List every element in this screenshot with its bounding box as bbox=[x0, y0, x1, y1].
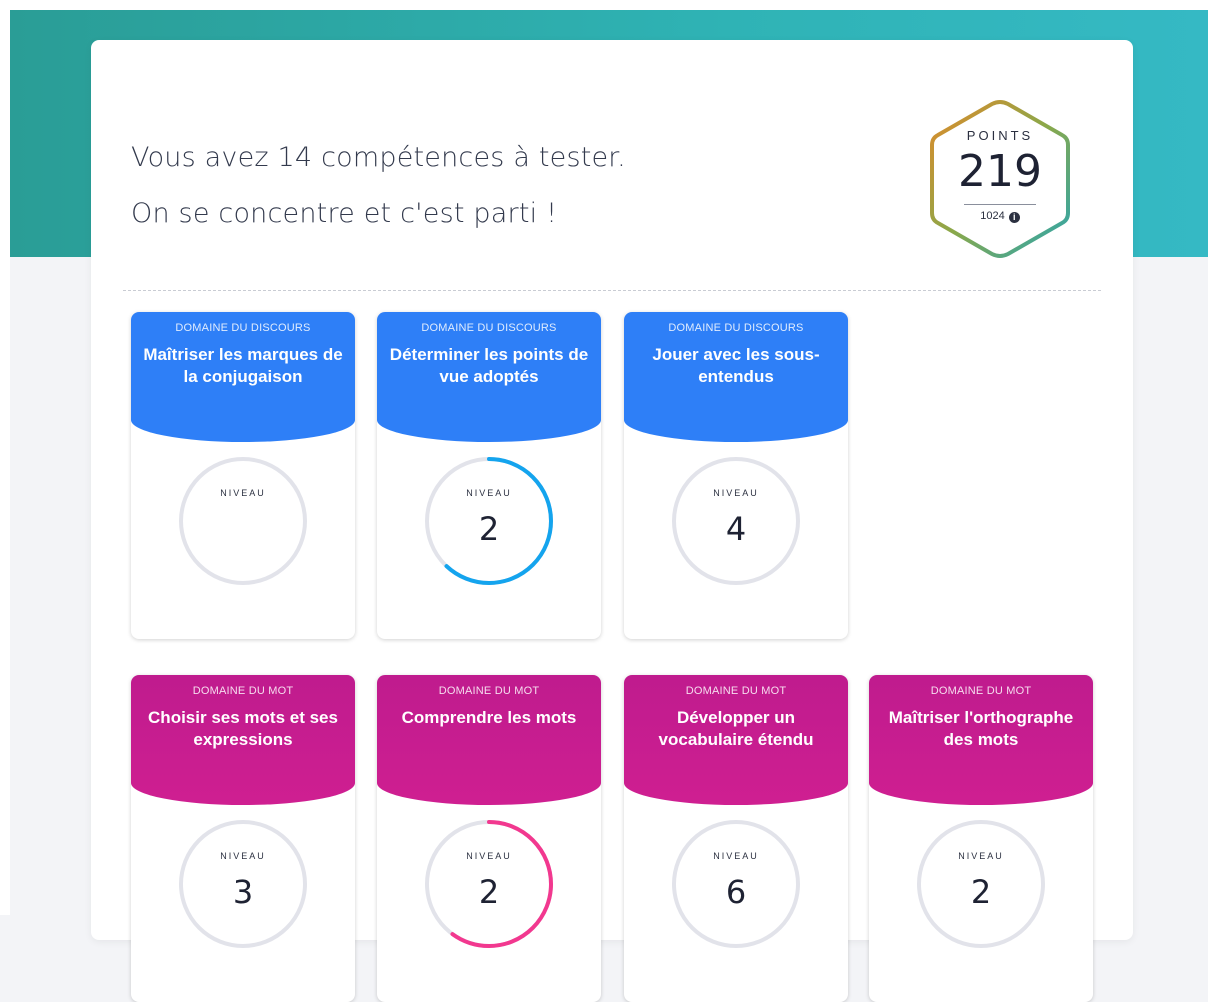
level-label: NIVEAU bbox=[220, 851, 266, 861]
card-header: DOMAINE DU MOT Comprendre les mots bbox=[377, 675, 601, 805]
card-domain: DOMAINE DU MOT bbox=[930, 685, 1032, 697]
left-strip bbox=[0, 0, 10, 915]
competence-card[interactable]: DOMAINE DU MOT Maîtriser l'orthographe de… bbox=[869, 675, 1093, 1002]
top-strip bbox=[0, 0, 1208, 10]
points-label: POINTS bbox=[966, 128, 1034, 143]
card-domain: DOMAINE DU DISCOURS bbox=[421, 322, 557, 334]
section-divider bbox=[123, 290, 1101, 291]
card-header: DOMAINE DU MOT Développer un vocabulaire … bbox=[624, 675, 848, 805]
level-value: 6 bbox=[725, 873, 747, 911]
level-label: NIVEAU bbox=[958, 851, 1004, 861]
intro-line-2: On se concentre et c'est parti ! bbox=[131, 198, 558, 229]
card-domain: DOMAINE DU MOT bbox=[685, 685, 787, 697]
intro-text: Vous avez 14 compétences à tester. On se… bbox=[131, 130, 626, 242]
card-domain: DOMAINE DU MOT bbox=[438, 685, 540, 697]
competence-card[interactable]: DOMAINE DU DISCOURS Déterminer les points… bbox=[377, 312, 601, 639]
level-value: 2 bbox=[970, 873, 992, 911]
competence-card[interactable]: DOMAINE DU DISCOURS Maîtriser les marques… bbox=[131, 312, 355, 639]
main-panel: Vous avez 14 compétences à tester. On se… bbox=[91, 40, 1133, 1002]
card-title: Développer un vocabulaire étendu bbox=[658, 708, 814, 749]
level-ring bbox=[179, 457, 307, 585]
card-header: DOMAINE DU DISCOURS Jouer avec les sous-e… bbox=[624, 312, 848, 442]
competence-card[interactable]: DOMAINE DU MOT Choisir ses mots et ses ex… bbox=[131, 675, 355, 1002]
card-header: DOMAINE DU MOT Maîtriser l'orthographe de… bbox=[869, 675, 1093, 805]
points-separator bbox=[964, 204, 1036, 205]
intro-line-1: Vous avez 14 compétences à tester. bbox=[131, 142, 626, 173]
points-total: 1024 i bbox=[926, 210, 1074, 223]
card-domain: DOMAINE DU DISCOURS bbox=[668, 322, 804, 334]
competence-card[interactable]: DOMAINE DU DISCOURS Jouer avec les sous-e… bbox=[624, 312, 848, 639]
card-title: Comprendre les mots bbox=[401, 708, 577, 727]
card-header: DOMAINE DU DISCOURS Maîtriser les marques… bbox=[131, 312, 355, 442]
card-domain: DOMAINE DU MOT bbox=[192, 685, 294, 697]
level-value: 2 bbox=[478, 873, 500, 911]
level-label: NIVEAU bbox=[220, 488, 266, 498]
level-label: NIVEAU bbox=[713, 488, 759, 498]
competence-card[interactable]: DOMAINE DU MOT Comprendre les mots NIVEAU 2 bbox=[377, 675, 601, 1002]
card-title: Maîtriser les marques de la conjugaison bbox=[143, 345, 343, 386]
level-value: 3 bbox=[232, 873, 254, 911]
card-title: Maîtriser l'orthographe des mots bbox=[888, 708, 1074, 749]
card-domain: DOMAINE DU DISCOURS bbox=[175, 322, 311, 334]
points-value: 219 bbox=[958, 146, 1042, 197]
points-badge[interactable]: POINTS 219 1024 i bbox=[926, 98, 1074, 260]
competence-card[interactable]: DOMAINE DU MOT Développer un vocabulaire … bbox=[624, 675, 848, 1002]
level-ring-track bbox=[179, 457, 307, 585]
card-header: DOMAINE DU MOT Choisir ses mots et ses ex… bbox=[131, 675, 355, 805]
level-label: NIVEAU bbox=[466, 488, 512, 498]
card-title: Jouer avec les sous-entendus bbox=[652, 345, 820, 386]
info-icon[interactable]: i bbox=[1008, 212, 1020, 223]
points-total-value: 1024 bbox=[980, 210, 1005, 222]
level-value: 4 bbox=[725, 510, 747, 548]
card-title: Déterminer les points de vue adoptés bbox=[389, 345, 589, 386]
level-label: NIVEAU bbox=[713, 851, 759, 861]
level-label: NIVEAU bbox=[466, 851, 512, 861]
card-header: DOMAINE DU DISCOURS Déterminer les points… bbox=[377, 312, 601, 442]
card-title: Choisir ses mots et ses expressions bbox=[148, 708, 338, 749]
level-value: 2 bbox=[478, 510, 500, 548]
